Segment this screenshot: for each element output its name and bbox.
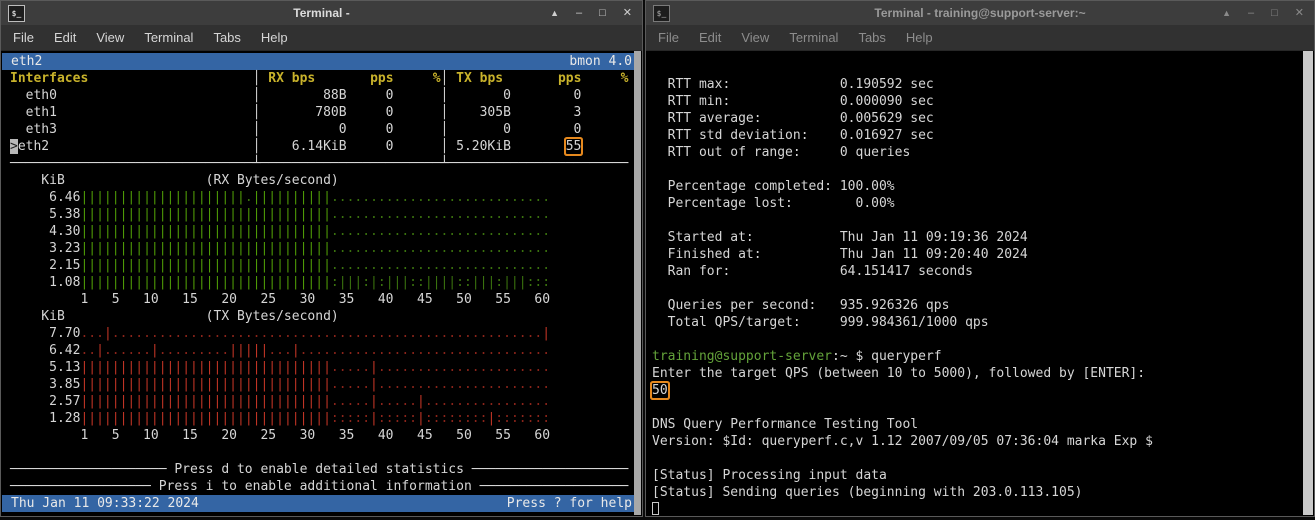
menu-item-file[interactable]: File [3,30,44,45]
terminal-line: 3.23||||||||||||||||||||||||||||||||....… [2,240,641,257]
menu-bar: FileEditViewTerminalTabsHelp [646,25,1314,51]
terminal-window-queryperf: $_ Terminal - training@support-server:~ … [645,0,1315,517]
bmon-version: bmon 4.0 [569,53,632,70]
selection-marker: > [10,139,18,154]
bmon-status-bar: Thu Jan 11 09:33:22 2024 Press ? for hel… [2,495,641,512]
annotation-highlight: 55 [566,139,582,154]
terminal-line: RTT std deviation: 0.016927 sec [652,127,1313,144]
terminal-line: 50 [652,382,1313,399]
terminal-line: Finished at: Thu Jan 11 09:20:40 2024 [652,246,1313,263]
terminal-line: >eth2 │ 6.14KiB 0 │ 5.20KiB 55 [2,138,641,155]
menu-item-terminal[interactable]: Terminal [779,30,848,45]
terminal-line: 4.30||||||||||||||||||||||||||||||||....… [2,223,641,240]
terminal-line: 2.15||||||||||||||||||||||||||||||||....… [2,257,641,274]
terminal-line [652,501,1313,518]
terminal-app-icon[interactable]: $_ [8,5,25,22]
terminal-content[interactable]: eth2 bmon 4.0 Interfaces │ RX bps pps %│… [2,51,641,515]
status-help-hint: Press ? for help [507,495,632,512]
menu-item-help[interactable]: Help [251,30,298,45]
terminal-line [652,161,1313,178]
menu-bar: FileEditViewTerminalTabsHelp [1,25,642,51]
minimize-button[interactable]: – [1248,8,1254,19]
terminal-line: Total QPS/target: 999.984361/1000 qps [652,314,1313,331]
status-date: Thu Jan 11 09:33:22 2024 [11,495,199,512]
terminal-line: 2.57||||||||||||||||||||||||||||||||....… [2,393,641,410]
terminal-line: 6.46|||||||||||||||||||||.||||||||||....… [2,189,641,206]
close-button[interactable]: ✕ [623,8,632,19]
maximize-button[interactable]: □ [599,8,606,19]
terminal-line: RTT max: 0.190592 sec [652,76,1313,93]
menu-item-tabs[interactable]: Tabs [848,30,895,45]
terminal-line: Ran for: 64.151417 seconds [652,263,1313,280]
window-title: Terminal - [293,6,349,20]
close-button[interactable]: ✕ [1295,8,1304,19]
terminal-line: RTT out of range: 0 queries [652,144,1313,161]
terminal-line: ───────────────────────────────┴────────… [2,155,641,172]
bmon-selected-interface: eth2 [11,53,42,70]
terminal-line: eth0 │ 88B 0 │ 0 0 [2,87,641,104]
menu-item-view[interactable]: View [731,30,779,45]
terminal-cursor [652,502,659,515]
terminal-line [652,331,1313,348]
prompt-user: training@support-server [652,349,832,364]
terminal-line: eth1 │ 780B 0 │ 305B 3 [2,104,641,121]
terminal-line [652,280,1313,297]
terminal-line: 3.85||||||||||||||||||||||||||||||||....… [2,376,641,393]
terminal-line: KiB (RX Bytes/second) [2,172,641,189]
terminal-line [652,59,1313,76]
shade-button[interactable]: ▲ [1222,9,1231,18]
menu-item-edit[interactable]: Edit [689,30,731,45]
terminal-content[interactable]: RTT max: 0.190592 sec RTT min: 0.000090 … [647,51,1313,515]
menu-item-tabs[interactable]: Tabs [203,30,250,45]
terminal-line: Queries per second: 935.926326 qps [652,297,1313,314]
terminal-line: training@support-server:~ $ queryperf [652,348,1313,365]
terminal-line: ────────────────── Press i to enable add… [2,478,641,495]
terminal-window-bmon: $_ Terminal - ▲ – □ ✕ FileEditViewTermin… [0,0,643,517]
terminal-line: Started at: Thu Jan 11 09:19:36 2024 [652,229,1313,246]
terminal-line: Percentage completed: 100.00% [652,178,1313,195]
terminal-line: Version: $Id: queryperf.c,v 1.12 2007/09… [652,433,1313,450]
menu-item-edit[interactable]: Edit [44,30,86,45]
terminal-line: KiB (TX Bytes/second) [2,308,641,325]
terminal-line: Enter the target QPS (between 10 to 5000… [652,365,1313,382]
menu-item-terminal[interactable]: Terminal [134,30,203,45]
terminal-line: RTT min: 0.000090 sec [652,93,1313,110]
minimize-button[interactable]: – [576,8,582,19]
terminal-line: eth3 │ 0 0 │ 0 0 [2,121,641,138]
terminal-line [2,444,641,461]
terminal-line: [Status] Sending queries (beginning with… [652,484,1313,501]
scrollbar[interactable] [1303,51,1313,515]
terminal-line: RTT average: 0.005629 sec [652,110,1313,127]
menu-item-file[interactable]: File [648,30,689,45]
bmon-screen: Interfaces │ RX bps pps %│ TX bps pps % … [2,70,641,495]
terminal-line: 1 5 10 15 20 25 30 35 40 45 50 55 60 [2,291,641,308]
menu-item-help[interactable]: Help [896,30,943,45]
terminal-line: Interfaces │ RX bps pps %│ TX bps pps % [2,70,641,87]
terminal-line: 6.42..|......|.........|||||...|........… [2,342,641,359]
terminal-line: DNS Query Performance Testing Tool [652,416,1313,433]
terminal-line: [Status] Processing input data [652,467,1313,484]
title-bar[interactable]: $_ Terminal - ▲ – □ ✕ [1,1,642,25]
terminal-line: 1.28||||||||||||||||||||||||||||||||::::… [2,410,641,427]
terminal-line: 1.08||||||||||||||||||||||||||||||||:|||… [2,274,641,291]
terminal-line: ──────────────────── Press d to enable d… [2,461,641,478]
terminal-line: 7.70...|................................… [2,325,641,342]
menu-item-view[interactable]: View [86,30,134,45]
terminal-line [652,399,1313,416]
terminal-line [652,450,1313,467]
terminal-line: 5.38||||||||||||||||||||||||||||||||....… [2,206,641,223]
scrollbar[interactable] [634,51,641,515]
annotation-highlight: 50 [652,383,668,398]
title-bar[interactable]: $_ Terminal - training@support-server:~ … [646,1,1314,25]
terminal-line [652,212,1313,229]
terminal-app-icon[interactable]: $_ [653,5,670,22]
shade-button[interactable]: ▲ [550,9,559,18]
window-title: Terminal - training@support-server:~ [874,6,1085,20]
terminal-line: 5.13||||||||||||||||||||||||||||||||....… [2,359,641,376]
terminal-line: 1 5 10 15 20 25 30 35 40 45 50 55 60 [2,427,641,444]
maximize-button[interactable]: □ [1271,8,1278,19]
bmon-header-bar: eth2 bmon 4.0 [2,53,641,70]
terminal-line: Percentage lost: 0.00% [652,195,1313,212]
